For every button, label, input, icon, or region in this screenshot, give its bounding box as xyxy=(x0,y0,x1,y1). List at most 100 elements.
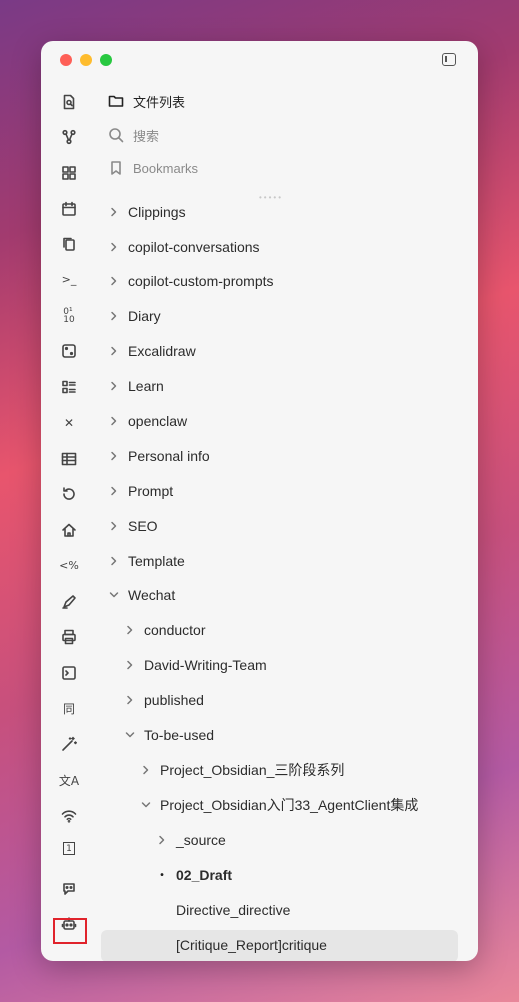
chevron-right-icon[interactable] xyxy=(124,624,136,636)
bot-chat-icon[interactable] xyxy=(59,878,79,898)
tree-item-label: To-be-used xyxy=(144,727,215,743)
tree-item-label: 02_Draft xyxy=(176,867,233,883)
tree-item-label: Project_Obsidian_三阶段系列 xyxy=(160,762,345,778)
graph-icon[interactable] xyxy=(59,127,79,147)
bookmark-icon xyxy=(111,161,121,175)
tree-item-label: Wechat xyxy=(128,587,176,603)
tree-folder-item[interactable]: Learn xyxy=(108,374,164,398)
tree-folder-item[interactable]: David-Writing-Team xyxy=(124,653,267,677)
chevron-right-icon[interactable] xyxy=(124,659,136,671)
tree-folder-item[interactable]: To-be-used xyxy=(124,723,214,747)
search-icon xyxy=(109,128,124,143)
tree-folder-item[interactable]: Clippings xyxy=(108,200,186,224)
minimize-button[interactable] xyxy=(80,54,92,66)
print-icon[interactable] xyxy=(59,627,79,647)
tree-file-item[interactable]: Directive_directive xyxy=(156,898,290,922)
tree-folder-item[interactable]: openclaw xyxy=(108,409,187,433)
code-percent-icon[interactable]: <% xyxy=(59,556,79,576)
tree-item-label: Personal info xyxy=(128,448,210,464)
sync-char-icon[interactable]: 同 xyxy=(59,699,79,719)
search-nav-item[interactable]: 搜索 xyxy=(108,124,159,146)
ribbon-highlight-box xyxy=(53,918,87,944)
console-icon[interactable] xyxy=(59,663,79,683)
grid-icon[interactable] xyxy=(59,163,79,183)
chevron-right-icon[interactable] xyxy=(156,834,168,846)
folder-icon xyxy=(108,95,124,107)
chevron-right-icon[interactable] xyxy=(140,764,152,776)
tree-item-label: [Critique_Report]critique xyxy=(176,937,327,953)
chevron-right-icon[interactable] xyxy=(108,555,120,567)
tree-folder-item[interactable]: Wechat xyxy=(108,583,175,607)
calendar-icon[interactable] xyxy=(59,199,79,219)
history-icon[interactable] xyxy=(59,484,79,504)
chevron-right-icon[interactable] xyxy=(108,485,120,497)
chevron-right-icon[interactable] xyxy=(108,310,120,322)
tree-folder-item[interactable]: SEO xyxy=(108,514,158,538)
home-icon[interactable] xyxy=(59,520,79,540)
tree-folder-item[interactable]: Project_Obsidian_三阶段系列 xyxy=(140,758,344,782)
tree-item-label: Template xyxy=(128,553,185,569)
ribbon: >_ 0¹ 10 ✕ <% 同文A 1 xyxy=(41,81,99,961)
chevron-down-icon[interactable] xyxy=(124,729,136,741)
tree-item-label: openclaw xyxy=(128,413,188,429)
drag-handle-icon[interactable]: ••••• xyxy=(259,193,283,202)
tree-item-label: Excalidraw xyxy=(128,343,196,359)
tree-file-item[interactable]: [Critique_Report]critique xyxy=(156,933,327,957)
list-icon[interactable] xyxy=(59,377,79,397)
chevron-right-icon[interactable] xyxy=(108,206,120,218)
binary-icon[interactable]: 0¹ 10 xyxy=(59,306,79,326)
search-doc-icon[interactable] xyxy=(59,92,79,112)
sidebar-toggle-icon[interactable] xyxy=(442,53,456,66)
chevron-right-icon[interactable] xyxy=(108,380,120,392)
tree-item-label: published xyxy=(144,692,204,708)
files-label: 文件列表 xyxy=(133,94,186,110)
tree-item-label: Directive_directive xyxy=(176,902,291,918)
tree-folder-item[interactable]: Excalidraw xyxy=(108,339,196,363)
bookmarks-nav-item[interactable]: Bookmarks xyxy=(108,157,198,179)
wifi-icon[interactable] xyxy=(59,806,79,826)
close-button[interactable] xyxy=(60,54,72,66)
tree-folder-item[interactable]: _source xyxy=(156,828,226,852)
chevron-right-icon[interactable] xyxy=(108,520,120,532)
tree-folder-item[interactable]: Template xyxy=(108,549,185,573)
chevron-right-icon[interactable] xyxy=(124,694,136,706)
chevron-right-icon[interactable] xyxy=(108,450,120,462)
tree-item-label: Project_Obsidian入门33_AgentClient集成 xyxy=(160,797,419,813)
tree-folder-item[interactable]: conductor xyxy=(124,618,205,642)
chevron-right-icon[interactable] xyxy=(108,345,120,357)
zoom-button[interactable] xyxy=(100,54,112,66)
tree-item-label: _source xyxy=(176,832,226,848)
magic-wand-icon[interactable] xyxy=(59,734,79,754)
app-window: >_ 0¹ 10 ✕ <% 同文A 1 文件列表 搜索 Bookmarks ••••• C… xyxy=(41,41,478,961)
chevron-down-icon[interactable] xyxy=(140,799,152,811)
chevron-right-icon[interactable] xyxy=(108,415,120,427)
tree-item-label: copilot-custom-prompts xyxy=(128,273,274,289)
dice-icon[interactable] xyxy=(59,341,79,361)
tree-file-item[interactable]: • 02_Draft xyxy=(156,863,232,887)
tools-icon[interactable]: ✕ xyxy=(59,413,79,433)
tree-folder-item[interactable]: Prompt xyxy=(108,479,173,503)
tree-item-label: Diary xyxy=(128,308,161,324)
tree-item-label: SEO xyxy=(128,518,158,534)
copy-icon[interactable] xyxy=(59,234,79,254)
pen-icon[interactable] xyxy=(59,592,79,612)
bullet-icon: • xyxy=(160,869,164,881)
tree-folder-item[interactable]: Project_Obsidian入门33_AgentClient集成 xyxy=(140,793,418,817)
tree-item-label: Clippings xyxy=(128,204,186,220)
tree-folder-item[interactable]: copilot-custom-prompts xyxy=(108,269,274,293)
tree-folder-item[interactable]: copilot-conversations xyxy=(108,235,260,259)
files-nav-item[interactable]: 文件列表 xyxy=(108,90,185,112)
calendar-day-icon[interactable]: 1 xyxy=(63,842,75,855)
chevron-right-icon[interactable] xyxy=(108,241,120,253)
terminal-icon[interactable]: >_ xyxy=(59,270,79,290)
table-icon[interactable] xyxy=(59,449,79,469)
tree-folder-item[interactable]: published xyxy=(124,688,204,712)
translate-icon[interactable]: 文A xyxy=(59,771,79,791)
search-label: 搜索 xyxy=(133,128,160,144)
tree-folder-item[interactable]: Personal info xyxy=(108,444,210,468)
tree-item-label: David-Writing-Team xyxy=(144,657,267,673)
chevron-down-icon[interactable] xyxy=(108,589,120,601)
tree-folder-item[interactable]: Diary xyxy=(108,304,161,328)
chevron-right-icon[interactable] xyxy=(108,275,120,287)
tree-item-label: copilot-conversations xyxy=(128,239,260,255)
